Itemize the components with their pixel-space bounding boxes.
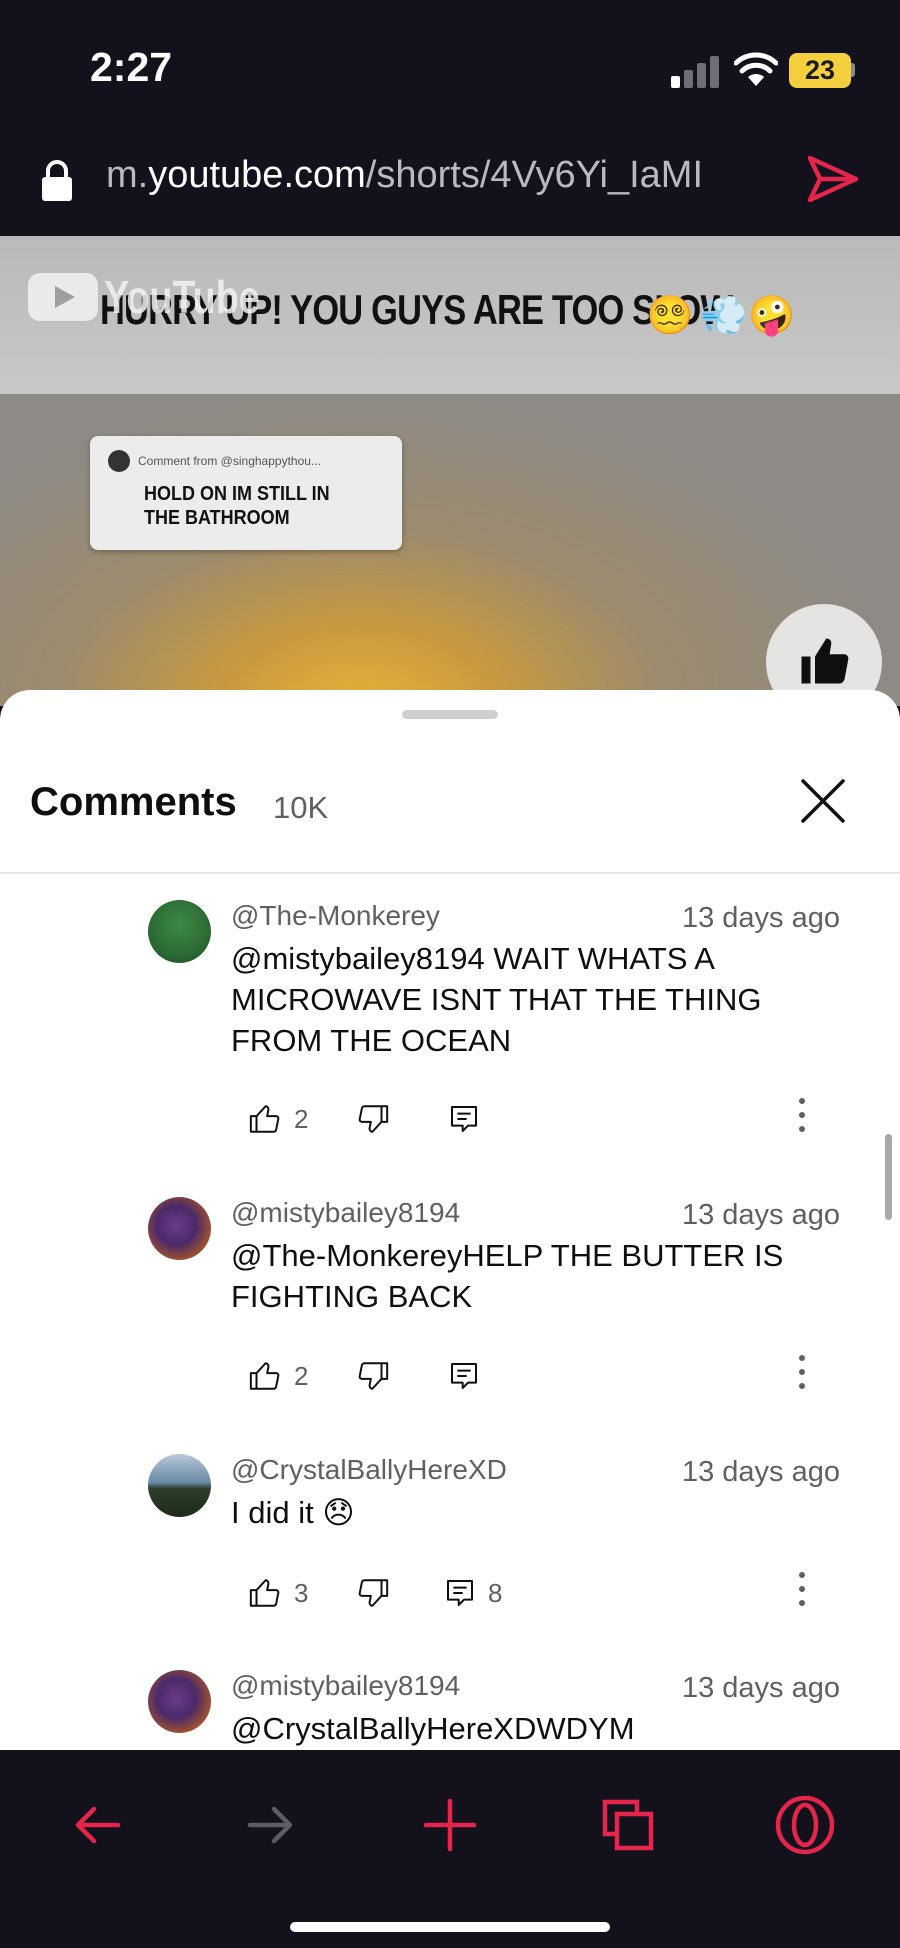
youtube-wordmark: YouTube [104, 271, 260, 323]
wind-emoji: 💨 [700, 295, 748, 337]
comment-text: @The-MonkereyHELP THE BUTTER IS FIGHTING… [231, 1238, 784, 1314]
url-text[interactable]: m.youtube.com/shorts/4Vy6Yi_IaMI [106, 154, 703, 197]
comment-text: I did it 😞 [231, 1495, 355, 1530]
reply-button[interactable] [448, 1351, 492, 1401]
comment-actions: 2 [248, 1094, 848, 1144]
home-indicator[interactable] [290, 1922, 610, 1932]
thumbs-up-icon [249, 1579, 280, 1607]
reply-count: 8 [488, 1577, 503, 1608]
thumbs-down-icon [358, 1579, 389, 1607]
scrollbar-thumb[interactable] [885, 1134, 892, 1220]
url-host: youtube.com [148, 154, 366, 196]
battery-indicator: 23 [789, 53, 851, 88]
thumbs-down-icon [358, 1105, 389, 1133]
youtube-logo-icon [28, 273, 98, 321]
send-icon[interactable] [806, 154, 860, 204]
url-prefix: m. [106, 154, 149, 196]
comments-title: Comments [30, 780, 237, 824]
tabs-button[interactable] [593, 1790, 663, 1860]
reply-button[interactable] [448, 1094, 492, 1144]
comments-list[interactable]: @The-Monkerey 13 days ago @mistybailey81… [0, 876, 900, 1750]
thumbs-up-icon [249, 1362, 280, 1390]
lock-icon [42, 160, 72, 201]
comments-header: Comments 10K [0, 750, 900, 874]
thumbs-up-icon [249, 1105, 280, 1133]
battery-cap [851, 63, 855, 77]
dislike-button[interactable] [356, 1094, 390, 1144]
dislike-button[interactable] [356, 1351, 390, 1401]
like-button[interactable]: 3 [248, 1568, 308, 1618]
thumbs-up-filled-icon [801, 638, 849, 684]
more-options-icon[interactable] [796, 1572, 808, 1614]
forward-arrow-icon [247, 1806, 293, 1844]
comments-count: 10K [273, 790, 329, 825]
comment-author[interactable]: @mistybailey8194 [231, 1197, 460, 1229]
comment-reply-icon [447, 1580, 473, 1606]
youtube-watermark: YouTube [28, 270, 294, 324]
address-bar[interactable]: m.youtube.com/shorts/4Vy6Yi_IaMI [0, 140, 900, 236]
zany-face-emoji: 🤪 [748, 295, 796, 337]
more-options-icon[interactable] [796, 1355, 808, 1397]
comment-time: 13 days ago [681, 1456, 840, 1488]
like-count: 2 [294, 1103, 309, 1134]
sticker-avatar [108, 450, 130, 472]
back-arrow-icon [75, 1806, 121, 1844]
comment-actions: 3 8 [248, 1568, 848, 1618]
comments-sheet: Comments 10K @The-Monkerey 13 days ago @… [0, 690, 900, 1750]
video-player[interactable]: HURRY UP! YOU GUYS ARE TOO SLOW 😵‍💫 💨 🤪 … [0, 236, 900, 706]
sticker-from: Comment from @singhappythou... [138, 454, 321, 468]
opera-menu-button[interactable] [770, 1790, 840, 1860]
reply-button[interactable]: 8 [444, 1568, 502, 1618]
browser-toolbar [0, 1750, 900, 1948]
wifi-icon [734, 52, 778, 86]
status-bar: 2:27 23 [0, 0, 900, 140]
more-options-icon[interactable] [796, 1098, 808, 1140]
comment-reply-icon [451, 1363, 477, 1389]
avatar[interactable] [148, 1197, 211, 1260]
forward-button[interactable] [236, 1790, 306, 1860]
comment-time: 13 days ago [681, 902, 840, 934]
url-path: /shorts/4Vy6Yi_IaMI [365, 154, 704, 196]
thumbs-down-icon [358, 1362, 389, 1390]
comment-text: @mistybailey8194 WAIT WHATS A MICROWAVE … [231, 941, 762, 1058]
dizzy-face-emoji: 😵‍💫 [646, 295, 694, 337]
comment-time: 13 days ago [681, 1672, 840, 1704]
dislike-button[interactable] [356, 1568, 390, 1618]
like-count: 3 [294, 1577, 309, 1608]
status-time: 2:27 [90, 44, 173, 90]
comment-author[interactable]: @CrystalBallyHereXD [231, 1454, 507, 1486]
like-count: 2 [294, 1360, 309, 1391]
drag-handle[interactable] [402, 710, 498, 719]
avatar[interactable] [148, 1670, 211, 1733]
cellular-signal-icon [671, 56, 719, 88]
comment-author[interactable]: @mistybailey8194 [231, 1670, 460, 1702]
back-button[interactable] [62, 1790, 132, 1860]
comment-time: 13 days ago [681, 1199, 840, 1231]
sticker-text: HOLD ON IM STILL IN THE BATHROOM [144, 483, 330, 529]
comment-author[interactable]: @The-Monkerey [231, 900, 440, 932]
comment-reply-icon [451, 1106, 477, 1132]
video-title-banner: HURRY UP! YOU GUYS ARE TOO SLOW 😵‍💫 💨 🤪 … [0, 236, 900, 394]
avatar[interactable] [148, 1454, 211, 1517]
reply-comment-sticker: Comment from @singhappythou... HOLD ON I… [90, 436, 402, 550]
opera-logo-icon [775, 1795, 835, 1855]
tabs-icon [602, 1799, 654, 1851]
like-button[interactable]: 2 [248, 1094, 308, 1144]
comment-text: @CrystalBallyHereXDWDYM [231, 1711, 635, 1746]
plus-icon [423, 1798, 477, 1852]
avatar[interactable] [148, 900, 211, 963]
close-icon[interactable] [792, 770, 854, 832]
comment-actions: 2 [248, 1351, 848, 1401]
new-tab-button[interactable] [415, 1790, 485, 1860]
like-button[interactable]: 2 [248, 1351, 308, 1401]
